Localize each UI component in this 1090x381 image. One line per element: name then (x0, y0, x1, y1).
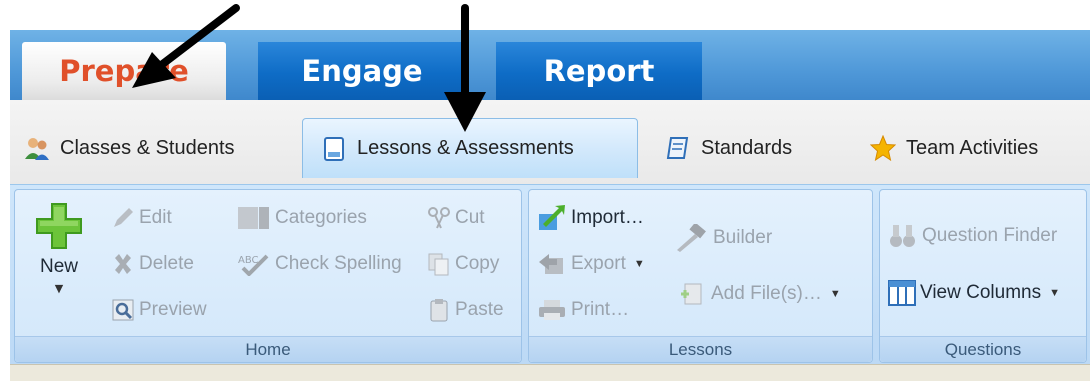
printer-icon (539, 300, 565, 320)
tab-team-activities[interactable]: Team Activities (870, 118, 1038, 178)
tab-team-label: Team Activities (906, 136, 1039, 159)
sub-tab-strip: Classes & Students Lessons & Assessments… (10, 100, 1090, 184)
group-label-questions: Questions (880, 336, 1086, 362)
book-icon (666, 137, 689, 159)
check-spelling-label: Check Spelling (275, 253, 402, 274)
import-button[interactable]: Import… (537, 204, 644, 232)
paste-button[interactable]: Paste (427, 298, 504, 322)
star-icon (870, 135, 896, 161)
tab-report[interactable]: Report (496, 42, 702, 100)
pencil-icon (114, 208, 133, 227)
view-columns-button[interactable]: View Columns ▼ (888, 280, 1060, 306)
new-button-label: New (39, 256, 78, 277)
categories-button[interactable]: Categories (237, 206, 367, 230)
copy-label: Copy (455, 253, 500, 274)
magnifier-icon (112, 299, 134, 321)
users-icon (25, 138, 49, 160)
copy-icon (428, 253, 449, 276)
ribbon-group-lessons: Import… Export ▼ Print… Builder Add File… (528, 189, 873, 363)
group-label-home: Home (15, 336, 521, 362)
ribbon-group-questions: Question Finder View Columns ▼ Questions (879, 189, 1087, 363)
x-icon (115, 254, 131, 274)
print-button[interactable]: Print… (537, 298, 629, 322)
ribbon: New ▼ Edit Delete Preview Categories ABC… (10, 184, 1090, 364)
columns-icon (888, 280, 916, 306)
chevron-down-icon: ▼ (54, 282, 64, 295)
spellcheck-icon: ABC (238, 254, 269, 276)
svg-text:ABC: ABC (238, 255, 259, 266)
plus-icon (36, 203, 82, 249)
check-spelling-button[interactable]: ABC Check Spelling (237, 252, 402, 276)
chevron-down-icon: ▼ (633, 258, 645, 270)
export-icon (539, 254, 563, 274)
annotation-arrow-lessons-icon (444, 4, 486, 132)
builder-button[interactable]: Builder (675, 224, 772, 252)
export-button[interactable]: Export ▼ (537, 252, 645, 276)
ribbon-group-home: New ▼ Edit Delete Preview Categories ABC… (14, 189, 522, 363)
tab-classes-label: Classes & Students (60, 136, 235, 159)
edit-label: Edit (139, 207, 172, 228)
print-label: Print… (571, 299, 630, 320)
categories-label: Categories (275, 207, 367, 228)
tab-standards-label: Standards (701, 136, 793, 159)
edit-button[interactable]: Edit (111, 206, 172, 230)
chevron-down-icon: ▼ (1049, 287, 1060, 299)
tab-classes-students[interactable]: Classes & Students (24, 118, 235, 178)
preview-label: Preview (139, 299, 207, 320)
add-files-label: Add File(s)… (711, 283, 822, 304)
add-files-button[interactable]: Add File(s)… ▼ (679, 282, 841, 306)
builder-label: Builder (713, 227, 773, 248)
copy-button[interactable]: Copy (427, 252, 499, 276)
preview-button[interactable]: Preview (111, 298, 207, 322)
categories-icon (238, 207, 269, 229)
tab-standards[interactable]: Standards (665, 118, 792, 178)
chevron-down-icon: ▼ (829, 288, 841, 300)
clipboard-icon (430, 299, 448, 322)
new-button[interactable]: New ▼ (23, 202, 95, 332)
hammer-icon (677, 224, 706, 252)
question-finder-label: Question Finder (922, 225, 1058, 246)
export-label: Export (571, 253, 626, 274)
paste-label: Paste (455, 299, 504, 320)
document-icon (324, 136, 344, 161)
add-file-icon (681, 283, 702, 305)
annotation-arrow-prepare-icon (132, 4, 240, 88)
binoculars-icon (890, 225, 915, 247)
cut-button[interactable]: Cut (427, 206, 485, 230)
import-label: Import… (571, 207, 644, 228)
content-area-edge (10, 364, 1090, 381)
cut-label: Cut (455, 207, 485, 228)
question-finder-button[interactable]: Question Finder (888, 222, 1057, 250)
import-arrow-icon (539, 205, 565, 230)
scissors-icon (428, 207, 450, 229)
delete-button[interactable]: Delete (111, 252, 194, 276)
view-columns-label: View Columns (920, 282, 1042, 303)
group-label-lessons: Lessons (529, 336, 872, 362)
delete-label: Delete (139, 253, 194, 274)
tab-lessons-label: Lessons & Assessments (357, 137, 574, 159)
